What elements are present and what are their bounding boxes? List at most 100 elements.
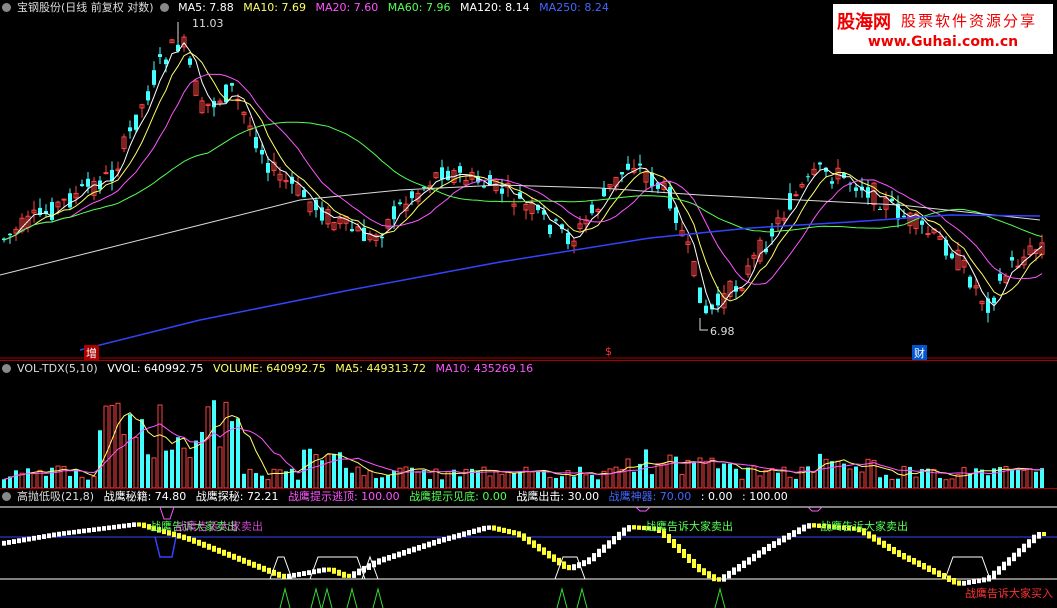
- price-pane[interactable]: 宝钢股份(日线 前复权 对数) MA5: 7.88 MA10: 7.69 MA2…: [0, 0, 1057, 360]
- indicator-segment: [507, 528, 511, 535]
- indicator-segment: [777, 538, 781, 546]
- indicator-segment: [12, 539, 16, 544]
- candle-body: [548, 224, 552, 235]
- top-signal-marker: [635, 506, 651, 512]
- settings-icon[interactable]: [159, 3, 169, 12]
- candle-body: [992, 297, 996, 304]
- volume-bar: [260, 475, 264, 488]
- volume-bar: [661, 463, 667, 489]
- indicator-segment: [382, 556, 386, 563]
- indicator-segment: [437, 538, 441, 544]
- indicator-segment: [132, 522, 136, 527]
- volume-bar: [632, 471, 636, 488]
- logo-slogan: 股票软件资源分享: [901, 12, 1038, 30]
- indicator-segment: [952, 578, 956, 585]
- candle-body: [164, 59, 168, 65]
- volume-bar: [811, 471, 817, 489]
- event-marker-finance[interactable]: 财: [912, 345, 927, 360]
- ma10-value: MA10: 7.69: [243, 1, 307, 14]
- indicator-segment: [407, 548, 411, 554]
- volume-bar: [350, 472, 354, 488]
- volume-bar: [685, 459, 691, 489]
- indicator-segment: [497, 526, 501, 532]
- volume-bar: [949, 478, 955, 489]
- indicator-segment: [347, 573, 351, 578]
- volume-bar: [505, 471, 511, 489]
- event-marker-increase[interactable]: 增: [84, 345, 99, 360]
- candle-body: [302, 190, 306, 198]
- volume-pane[interactable]: VOL-TDX(5,10) VVOL: 640992.75 VOLUME: 64…: [0, 360, 1057, 489]
- volume-bar: [151, 457, 157, 489]
- indicator-segment: [247, 559, 251, 566]
- indicator-segment: [597, 548, 601, 558]
- candle-body: [566, 233, 570, 245]
- indicator-chart[interactable]: [0, 489, 1057, 608]
- logo-name: 股海网: [837, 12, 891, 33]
- settings-icon[interactable]: [2, 364, 11, 373]
- indicator-segment: [112, 524, 116, 530]
- indicator-segment: [622, 527, 626, 536]
- volume-bar: [703, 460, 709, 489]
- indicator-segment: [742, 560, 746, 569]
- volume-bar: [961, 467, 967, 489]
- candle-body: [398, 202, 402, 205]
- price-chart[interactable]: [0, 0, 1057, 360]
- volume-bar: [650, 474, 654, 488]
- settings-icon[interactable]: [2, 3, 11, 12]
- volume-bar: [578, 466, 582, 488]
- indicator-segment: [787, 532, 791, 540]
- indicator-segment: [137, 522, 141, 527]
- candle-body: [920, 220, 924, 225]
- volume-header: VOL-TDX(5,10) VVOL: 640992.75 VOLUME: 64…: [0, 361, 539, 376]
- indicator-segment: [927, 565, 931, 572]
- indicator-segment: [102, 526, 106, 531]
- indicator-segment: [632, 525, 636, 530]
- indicator-segment: [187, 536, 191, 542]
- volume-bar: [230, 421, 234, 488]
- volume-bar: [2, 479, 6, 488]
- candle-body: [362, 227, 366, 242]
- volume-bar: [638, 463, 642, 488]
- indicator-segment: [922, 563, 926, 570]
- candle-body: [230, 83, 234, 86]
- indicator-segment: [982, 577, 986, 583]
- volume-bar: [728, 463, 732, 488]
- indicator-segment: [342, 571, 346, 578]
- candle-body: [638, 163, 642, 166]
- volume-bar: [242, 473, 246, 488]
- ind-tool-value: 战鹰神器: 70.00: [608, 490, 692, 503]
- volume-bar: [74, 469, 78, 488]
- candle-body: [134, 114, 138, 130]
- volume-bar: [560, 476, 564, 488]
- candle-body: [554, 219, 558, 221]
- candle-body: [620, 172, 624, 175]
- indicator-segment: [797, 527, 801, 535]
- indicator-segment: [262, 565, 266, 572]
- sell-signal-label: 战鹰告诉大家卖出: [645, 520, 733, 533]
- indicator-segment: [422, 543, 426, 549]
- event-marker-dividend[interactable]: $: [605, 345, 612, 358]
- volume-bar: [986, 475, 990, 488]
- ma250-line: [79, 214, 1041, 351]
- indicator-segment: [932, 568, 936, 575]
- indicator-segment: [527, 536, 531, 545]
- indicator-segment: [242, 557, 246, 564]
- indicator-pane[interactable]: 高抛低吸(21,8) 战鹰秘籍: 74.80 战鹰探秘: 72.21 战鹰提示逃…: [0, 488, 1057, 608]
- volume-bar: [271, 468, 277, 489]
- ind-attack-value: 战鹰出击: 30.00: [516, 490, 600, 503]
- volume-bar: [709, 457, 715, 489]
- volume-bar: [265, 479, 271, 489]
- buy-triangle-marker: [556, 587, 568, 608]
- indicator-segment: [92, 527, 96, 532]
- indicator-segment: [1037, 532, 1041, 539]
- candle-body: [158, 54, 162, 57]
- volume-bar: [284, 471, 288, 488]
- volume-bar: [667, 454, 673, 489]
- volume-bar: [217, 446, 223, 489]
- buy-triangle-marker: [310, 587, 322, 608]
- volume-chart[interactable]: [0, 361, 1057, 489]
- indicator-segment: [792, 530, 796, 537]
- settings-icon[interactable]: [2, 492, 11, 501]
- candle-body: [146, 91, 150, 101]
- candle-body: [698, 287, 702, 303]
